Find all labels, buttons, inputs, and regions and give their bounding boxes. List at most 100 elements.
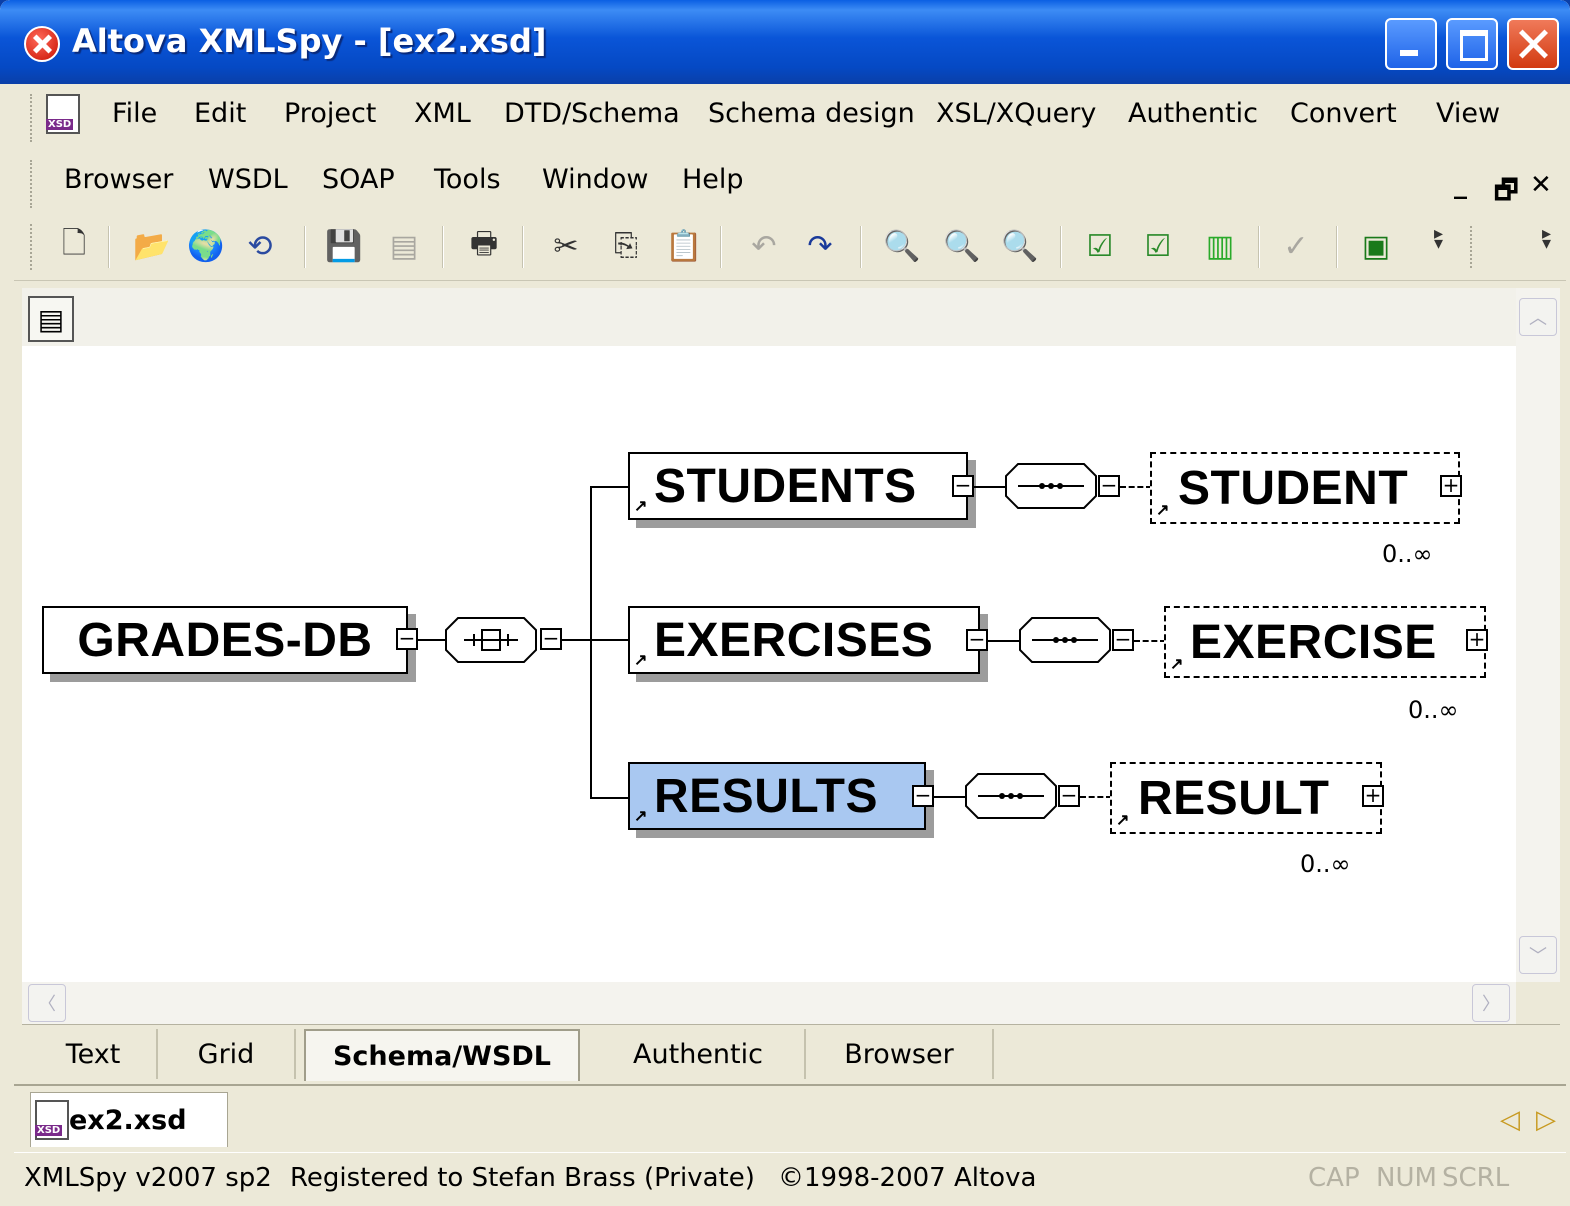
- menu-dtd-schema[interactable]: DTD/Schema: [504, 98, 680, 129]
- display-all-globals-icon[interactable]: ▤: [28, 296, 74, 342]
- expand-icon[interactable]: +: [1466, 629, 1488, 651]
- collapse-icon[interactable]: −: [396, 628, 418, 650]
- reference-arrow-icon: ↗: [1116, 812, 1130, 829]
- element-student[interactable]: ↗ STUDENT: [1150, 452, 1460, 524]
- collapse-icon[interactable]: −: [912, 785, 934, 807]
- spellcheck-icon[interactable]: ✓: [1276, 226, 1316, 266]
- menubar-grip-2[interactable]: [30, 160, 36, 208]
- menu-view[interactable]: View: [1436, 98, 1500, 129]
- element-exercise[interactable]: ↗ EXERCISE: [1164, 606, 1486, 678]
- generate-dtd-icon[interactable]: ▥: [1200, 226, 1240, 266]
- tab-schema-wsdl[interactable]: Schema/WSDL: [304, 1029, 580, 1081]
- sequence-compositor[interactable]: [1004, 462, 1098, 510]
- open-url-icon[interactable]: 🌍: [186, 226, 226, 266]
- collapse-icon[interactable]: −: [540, 628, 562, 650]
- xsl-transform-icon[interactable]: ▣: [1356, 226, 1396, 266]
- status-bar: XMLSpy v2007 sp2 Registered to Stefan Br…: [14, 1152, 1566, 1206]
- redo-icon[interactable]: ↷: [800, 226, 840, 266]
- close-button[interactable]: [1507, 18, 1559, 70]
- new-icon[interactable]: 🗋: [54, 226, 94, 266]
- find-next-icon[interactable]: 🔍: [942, 226, 982, 266]
- undo-icon[interactable]: ↶: [744, 226, 784, 266]
- mdi-close-icon[interactable]: ✕: [1530, 170, 1552, 200]
- print-icon[interactable]: 🖶: [464, 226, 504, 266]
- menu-project[interactable]: Project: [284, 98, 376, 129]
- element-exercises[interactable]: ↗ EXERCISES: [628, 606, 980, 674]
- mdi-minimize-icon[interactable]: _: [1454, 170, 1467, 200]
- element-grades-db[interactable]: GRADES-DB: [42, 606, 408, 674]
- sequence-compositor[interactable]: [964, 772, 1058, 820]
- sequence-compositor[interactable]: [1018, 616, 1112, 664]
- menu-soap[interactable]: SOAP: [322, 164, 395, 195]
- validate-icon[interactable]: ☑: [1138, 226, 1178, 266]
- scroll-right-icon[interactable]: 〉: [1472, 984, 1510, 1022]
- menu-browser[interactable]: Browser: [64, 164, 173, 195]
- expand-icon[interactable]: +: [1440, 475, 1462, 497]
- all-compositor[interactable]: [444, 616, 538, 664]
- collapse-icon[interactable]: −: [1058, 785, 1080, 807]
- occurrence-label: 0..∞: [1408, 696, 1459, 724]
- open-icon[interactable]: 📂: [132, 226, 172, 266]
- menu-window[interactable]: Window: [542, 164, 648, 195]
- vertical-scrollbar[interactable]: ︿ ﹀: [1516, 288, 1560, 982]
- element-students[interactable]: ↗ STUDENTS: [628, 452, 968, 520]
- menubar-grip[interactable]: [30, 94, 36, 142]
- minimize-button[interactable]: [1385, 18, 1437, 70]
- connector-line: [562, 639, 628, 641]
- menu-edit[interactable]: Edit: [194, 98, 246, 129]
- menu-bar: File Edit Project XML DTD/Schema Schema …: [14, 84, 1566, 214]
- reload-icon[interactable]: ⟲: [240, 226, 280, 266]
- toolbar-grip[interactable]: [30, 224, 36, 270]
- reference-arrow-icon: ↗: [1170, 656, 1184, 673]
- status-cap-indicator: CAP: [1308, 1163, 1360, 1193]
- toolbar-overflow-chevron[interactable]: ▸ ▾: [1434, 224, 1443, 252]
- tab-authentic[interactable]: Authentic: [592, 1029, 806, 1079]
- scroll-up-icon[interactable]: ︿: [1519, 298, 1557, 336]
- collapse-icon[interactable]: −: [1098, 475, 1120, 497]
- mdi-restore-icon[interactable]: 🗗: [1494, 172, 1518, 216]
- menu-authentic[interactable]: Authentic: [1128, 98, 1258, 129]
- menu-file[interactable]: File: [112, 98, 157, 129]
- collapse-icon[interactable]: −: [952, 475, 974, 497]
- save-icon[interactable]: 💾: [324, 226, 364, 266]
- connector-line: [934, 796, 966, 798]
- xsd-document-icon[interactable]: [46, 94, 80, 134]
- reference-arrow-icon: ↗: [634, 652, 648, 669]
- menu-wsdl[interactable]: WSDL: [208, 164, 288, 195]
- save-all-icon[interactable]: ▤: [384, 226, 424, 266]
- menu-schema-design[interactable]: Schema design: [708, 98, 915, 129]
- element-result[interactable]: ↗ RESULT: [1110, 762, 1382, 834]
- check-wellformed-icon[interactable]: ☑: [1080, 226, 1120, 266]
- horizontal-scrollbar[interactable]: 〈 〉: [22, 982, 1516, 1024]
- cut-icon[interactable]: ✂: [546, 226, 586, 266]
- tab-browser[interactable]: Browser: [806, 1029, 994, 1079]
- maximize-button[interactable]: [1446, 18, 1498, 70]
- scroll-down-icon[interactable]: ﹀: [1519, 936, 1557, 974]
- toolbar-overflow-chevron-2[interactable]: ▸ ▾: [1542, 224, 1551, 252]
- collapse-icon[interactable]: −: [1112, 629, 1134, 651]
- copy-icon[interactable]: ⎘: [606, 226, 646, 266]
- paste-icon[interactable]: 📋: [664, 226, 704, 266]
- tab-text[interactable]: Text: [30, 1029, 158, 1079]
- toolbar-separator: [720, 226, 722, 268]
- tab-scroll-right-icon[interactable]: ▷: [1536, 1104, 1556, 1135]
- expand-icon[interactable]: +: [1362, 785, 1384, 807]
- menu-convert[interactable]: Convert: [1290, 98, 1397, 129]
- xmlspy-app-icon[interactable]: [24, 26, 60, 62]
- find-icon[interactable]: 🔍: [882, 226, 922, 266]
- element-results[interactable]: ↗ RESULTS: [628, 762, 926, 830]
- menu-xsl-xquery[interactable]: XSL/XQuery: [936, 98, 1096, 129]
- tab-scroll-left-icon[interactable]: ◁: [1500, 1104, 1520, 1135]
- menu-xml[interactable]: XML: [414, 98, 471, 129]
- toolbar-grip-2[interactable]: [1470, 226, 1476, 268]
- collapse-icon[interactable]: −: [966, 629, 988, 651]
- document-tab-ex2-xsd[interactable]: ex2.xsd: [30, 1092, 228, 1147]
- tab-grid[interactable]: Grid: [158, 1029, 296, 1079]
- reference-arrow-icon: ↗: [634, 808, 648, 825]
- xsd-file-icon: [35, 1100, 69, 1140]
- scroll-left-icon[interactable]: 〈: [28, 984, 66, 1022]
- menu-tools[interactable]: Tools: [434, 164, 501, 195]
- replace-icon[interactable]: 🔍: [1000, 226, 1040, 266]
- title-bar[interactable]: Altova XMLSpy - [ex2.xsd]: [0, 0, 1570, 84]
- menu-help[interactable]: Help: [682, 164, 744, 195]
